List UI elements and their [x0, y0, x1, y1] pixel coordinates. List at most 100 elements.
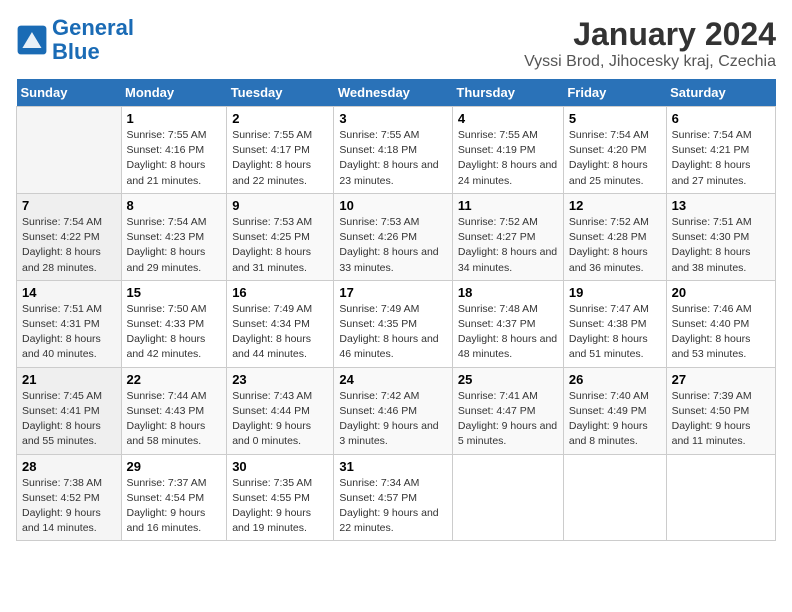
day-info: Sunrise: 7:47 AMSunset: 4:38 PMDaylight:…: [569, 302, 661, 363]
col-header-saturday: Saturday: [666, 79, 775, 107]
day-info: Sunrise: 7:38 AMSunset: 4:52 PMDaylight:…: [22, 476, 116, 537]
day-number: 27: [672, 372, 770, 387]
day-info: Sunrise: 7:53 AMSunset: 4:26 PMDaylight:…: [339, 215, 447, 276]
day-info: Sunrise: 7:55 AMSunset: 4:16 PMDaylight:…: [127, 128, 222, 189]
calendar-cell: 4 Sunrise: 7:55 AMSunset: 4:19 PMDaylight…: [452, 107, 563, 194]
day-info: Sunrise: 7:52 AMSunset: 4:28 PMDaylight:…: [569, 215, 661, 276]
day-number: 31: [339, 459, 447, 474]
day-number: 5: [569, 111, 661, 126]
day-info: Sunrise: 7:55 AMSunset: 4:18 PMDaylight:…: [339, 128, 447, 189]
calendar-week-row: 7Sunrise: 7:54 AMSunset: 4:22 PMDaylight…: [17, 193, 776, 280]
calendar-cell: 22 Sunrise: 7:44 AMSunset: 4:43 PMDayligh…: [121, 367, 227, 454]
calendar-cell: 1 Sunrise: 7:55 AMSunset: 4:16 PMDaylight…: [121, 107, 227, 194]
col-header-monday: Monday: [121, 79, 227, 107]
day-info: Sunrise: 7:51 AMSunset: 4:30 PMDaylight:…: [672, 215, 770, 276]
logo: General Blue: [16, 16, 134, 64]
day-info: Sunrise: 7:44 AMSunset: 4:43 PMDaylight:…: [127, 389, 222, 450]
day-number: 30: [232, 459, 328, 474]
calendar-cell: 3 Sunrise: 7:55 AMSunset: 4:18 PMDaylight…: [334, 107, 453, 194]
calendar-week-row: 21 Sunrise: 7:45 AMSunset: 4:41 PMDayligh…: [17, 367, 776, 454]
day-info: Sunrise: 7:34 AMSunset: 4:57 PMDaylight:…: [339, 476, 447, 537]
day-number: 29: [127, 459, 222, 474]
day-number: 10: [339, 198, 447, 213]
calendar-cell: 16Sunrise: 7:49 AMSunset: 4:34 PMDayligh…: [227, 280, 334, 367]
day-number: 14: [22, 285, 116, 300]
logo-icon: [16, 24, 48, 56]
day-number: 1: [127, 111, 222, 126]
day-number: 22: [127, 372, 222, 387]
calendar-cell: 24 Sunrise: 7:42 AMSunset: 4:46 PMDayligh…: [334, 367, 453, 454]
day-info: Sunrise: 7:42 AMSunset: 4:46 PMDaylight:…: [339, 389, 447, 450]
day-number: 11: [458, 198, 558, 213]
calendar-cell: 23Sunrise: 7:43 AMSunset: 4:44 PMDayligh…: [227, 367, 334, 454]
page-subtitle: Vyssi Brod, Jihocesky kraj, Czechia: [524, 53, 776, 71]
day-number: 12: [569, 198, 661, 213]
day-number: 26: [569, 372, 661, 387]
day-number: 17: [339, 285, 447, 300]
calendar-cell: 13 Sunrise: 7:51 AMSunset: 4:30 PMDayligh…: [666, 193, 775, 280]
calendar-cell: 17 Sunrise: 7:49 AMSunset: 4:35 PMDayligh…: [334, 280, 453, 367]
day-info: Sunrise: 7:55 AMSunset: 4:17 PMDaylight:…: [232, 128, 328, 189]
day-info: Sunrise: 7:53 AMSunset: 4:25 PMDaylight:…: [232, 215, 328, 276]
day-info: Sunrise: 7:50 AMSunset: 4:33 PMDaylight:…: [127, 302, 222, 363]
day-number: 23: [232, 372, 328, 387]
calendar-cell: 14 Sunrise: 7:51 AMSunset: 4:31 PMDayligh…: [17, 280, 122, 367]
day-number: 13: [672, 198, 770, 213]
calendar-cell: 20 Sunrise: 7:46 AMSunset: 4:40 PMDayligh…: [666, 280, 775, 367]
day-number: 2: [232, 111, 328, 126]
calendar-cell: 10 Sunrise: 7:53 AMSunset: 4:26 PMDayligh…: [334, 193, 453, 280]
col-header-sunday: Sunday: [17, 79, 122, 107]
calendar-cell: 8Sunrise: 7:54 AMSunset: 4:23 PMDaylight…: [121, 193, 227, 280]
calendar-cell: 30 Sunrise: 7:35 AMSunset: 4:55 PMDayligh…: [227, 454, 334, 541]
day-info: Sunrise: 7:45 AMSunset: 4:41 PMDaylight:…: [22, 389, 116, 450]
day-number: 3: [339, 111, 447, 126]
day-number: 9: [232, 198, 328, 213]
day-info: Sunrise: 7:35 AMSunset: 4:55 PMDaylight:…: [232, 476, 328, 537]
calendar-cell: 26 Sunrise: 7:40 AMSunset: 4:49 PMDayligh…: [563, 367, 666, 454]
day-info: Sunrise: 7:46 AMSunset: 4:40 PMDaylight:…: [672, 302, 770, 363]
day-info: Sunrise: 7:41 AMSunset: 4:47 PMDaylight:…: [458, 389, 558, 450]
day-number: 7: [22, 198, 116, 213]
day-info: Sunrise: 7:51 AMSunset: 4:31 PMDaylight:…: [22, 302, 116, 363]
calendar-cell: 25Sunrise: 7:41 AMSunset: 4:47 PMDayligh…: [452, 367, 563, 454]
calendar-table: SundayMondayTuesdayWednesdayThursdayFrid…: [16, 79, 776, 541]
calendar-cell: 12 Sunrise: 7:52 AMSunset: 4:28 PMDayligh…: [563, 193, 666, 280]
day-info: Sunrise: 7:54 AMSunset: 4:20 PMDaylight:…: [569, 128, 661, 189]
day-number: 16: [232, 285, 328, 300]
logo-text: General Blue: [52, 16, 134, 64]
day-info: Sunrise: 7:37 AMSunset: 4:54 PMDaylight:…: [127, 476, 222, 537]
calendar-cell: 29 Sunrise: 7:37 AMSunset: 4:54 PMDayligh…: [121, 454, 227, 541]
title-block: January 2024 Vyssi Brod, Jihocesky kraj,…: [524, 16, 776, 71]
calendar-cell: 27 Sunrise: 7:39 AMSunset: 4:50 PMDayligh…: [666, 367, 775, 454]
calendar-cell: 18Sunrise: 7:48 AMSunset: 4:37 PMDayligh…: [452, 280, 563, 367]
day-info: Sunrise: 7:52 AMSunset: 4:27 PMDaylight:…: [458, 215, 558, 276]
calendar-cell: [563, 454, 666, 541]
calendar-cell: 28 Sunrise: 7:38 AMSunset: 4:52 PMDayligh…: [17, 454, 122, 541]
day-number: 19: [569, 285, 661, 300]
page-header: General Blue January 2024 Vyssi Brod, Ji…: [16, 16, 776, 71]
day-info: Sunrise: 7:54 AMSunset: 4:23 PMDaylight:…: [127, 215, 222, 276]
day-number: 6: [672, 111, 770, 126]
day-info: Sunrise: 7:55 AMSunset: 4:19 PMDaylight:…: [458, 128, 558, 189]
day-number: 20: [672, 285, 770, 300]
day-number: 28: [22, 459, 116, 474]
day-number: 24: [339, 372, 447, 387]
calendar-cell: 31 Sunrise: 7:34 AMSunset: 4:57 PMDayligh…: [334, 454, 453, 541]
calendar-cell: [452, 454, 563, 541]
day-info: Sunrise: 7:49 AMSunset: 4:35 PMDaylight:…: [339, 302, 447, 363]
day-info: Sunrise: 7:48 AMSunset: 4:37 PMDaylight:…: [458, 302, 558, 363]
calendar-header-row: SundayMondayTuesdayWednesdayThursdayFrid…: [17, 79, 776, 107]
calendar-week-row: 1 Sunrise: 7:55 AMSunset: 4:16 PMDaylight…: [17, 107, 776, 194]
day-number: 21: [22, 372, 116, 387]
calendar-cell: 6Sunrise: 7:54 AMSunset: 4:21 PMDaylight…: [666, 107, 775, 194]
day-info: Sunrise: 7:40 AMSunset: 4:49 PMDaylight:…: [569, 389, 661, 450]
calendar-cell: 5 Sunrise: 7:54 AMSunset: 4:20 PMDaylight…: [563, 107, 666, 194]
calendar-cell: [666, 454, 775, 541]
col-header-tuesday: Tuesday: [227, 79, 334, 107]
day-info: Sunrise: 7:39 AMSunset: 4:50 PMDaylight:…: [672, 389, 770, 450]
day-number: 4: [458, 111, 558, 126]
calendar-cell: 11 Sunrise: 7:52 AMSunset: 4:27 PMDayligh…: [452, 193, 563, 280]
calendar-week-row: 14 Sunrise: 7:51 AMSunset: 4:31 PMDayligh…: [17, 280, 776, 367]
calendar-cell: 15Sunrise: 7:50 AMSunset: 4:33 PMDayligh…: [121, 280, 227, 367]
calendar-cell: 9 Sunrise: 7:53 AMSunset: 4:25 PMDaylight…: [227, 193, 334, 280]
